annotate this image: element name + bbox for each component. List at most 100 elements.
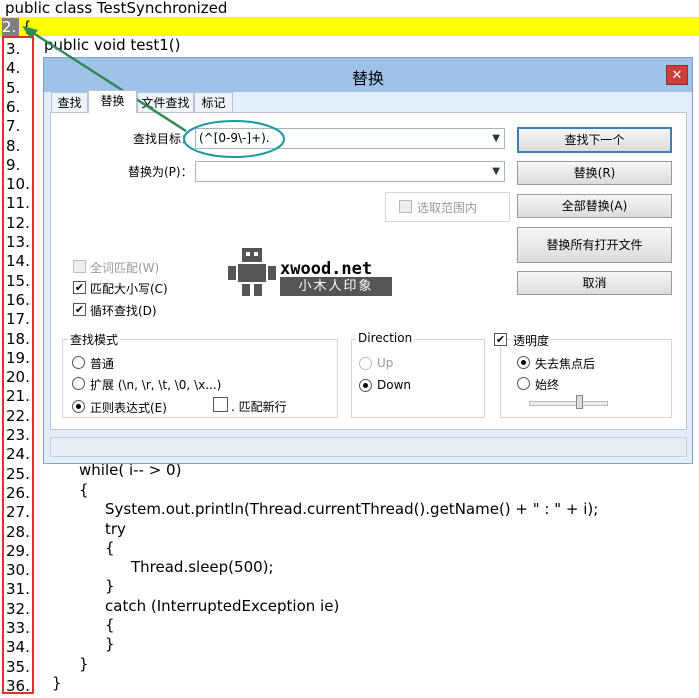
line-number: 8. xyxy=(6,136,21,155)
current-line-highlight xyxy=(0,17,699,36)
line-number: 27. xyxy=(6,503,30,522)
line-number: 21. xyxy=(6,387,30,406)
search-mode-normal-radio[interactable] xyxy=(72,356,85,369)
replace-all-open-files-button[interactable]: 替换所有打开文件 xyxy=(517,227,672,263)
code-line-2: { xyxy=(22,18,32,36)
code-line-34: } xyxy=(105,635,115,653)
code-line-29: { xyxy=(105,539,115,557)
transparency-slider[interactable] xyxy=(529,401,608,406)
transparency-always-radio[interactable] xyxy=(517,377,530,390)
close-button[interactable]: ✕ xyxy=(666,65,688,85)
in-selection-checkbox[interactable] xyxy=(399,200,412,213)
search-mode-extended-label: 扩展 (\n, \r, \t, \0, \x...) xyxy=(90,378,222,392)
search-mode-normal-label: 普通 xyxy=(90,357,115,371)
watermark-text: xwood.net xyxy=(280,259,373,279)
line-number: 25. xyxy=(6,464,30,483)
line-number: 31. xyxy=(6,580,30,599)
line-number: 6. xyxy=(6,97,21,116)
transparency-on-lose-focus-label: 失去焦点后 xyxy=(535,357,596,371)
line-number: 15. xyxy=(6,271,30,290)
line-number: 29. xyxy=(6,541,30,560)
line-number: 10. xyxy=(6,175,30,194)
line-number: 22. xyxy=(6,406,30,425)
dot-newline-checkbox[interactable] xyxy=(213,397,228,412)
in-selection-label: 选取范围内 xyxy=(417,201,478,215)
line-number: 30. xyxy=(6,561,30,580)
line-number: 33. xyxy=(6,619,30,637)
line-number: 19. xyxy=(6,348,30,367)
line-number: 14. xyxy=(6,252,30,271)
code-line-33: { xyxy=(105,616,115,634)
transparency-always-label: 始终 xyxy=(535,378,560,392)
wrap-around-checkbox[interactable]: ✔ xyxy=(73,303,86,316)
direction-down-label: Down xyxy=(377,378,412,392)
dialog-titlebar[interactable]: 替换 ✕ xyxy=(44,58,692,92)
code-line-1: public class TestSynchronized xyxy=(5,0,228,17)
search-mode-regex-label: 正则表达式(E) xyxy=(90,401,167,415)
match-case-label: 匹配大小写(C) xyxy=(90,282,168,296)
cancel-button[interactable]: 取消 xyxy=(517,271,672,295)
tab-find[interactable]: 查找 xyxy=(51,92,88,113)
robot-logo-icon xyxy=(228,248,276,296)
find-input-value: (^[0-9\-]+). xyxy=(199,131,270,145)
code-line-3: public void test1() xyxy=(44,36,181,54)
replace-input[interactable]: ▼ xyxy=(195,161,505,182)
line-number: 4. xyxy=(6,59,21,78)
line-number: 17. xyxy=(6,310,30,329)
line-number: 24. xyxy=(6,445,30,464)
chevron-down-icon[interactable]: ▼ xyxy=(492,129,500,148)
direction-down-radio[interactable] xyxy=(359,379,372,392)
transparency-title: 透明度 xyxy=(511,332,552,349)
watermark-cn: 小木人印象 xyxy=(280,277,392,296)
code-line-36: } xyxy=(52,674,62,692)
line-number: 5. xyxy=(6,78,21,97)
code-line-32: catch (InterruptedException ie) xyxy=(105,597,340,615)
code-line-28: try xyxy=(105,520,126,538)
line-number: 12. xyxy=(6,213,30,232)
search-mode-regex-radio[interactable] xyxy=(72,400,85,413)
direction-up-label: Up xyxy=(377,356,394,370)
whole-word-checkbox[interactable] xyxy=(73,260,86,273)
match-case-checkbox[interactable]: ✔ xyxy=(73,281,86,294)
dialog-status-bar xyxy=(50,437,687,457)
replace-all-button[interactable]: 全部替换(A) xyxy=(517,194,672,218)
dot-newline-label: . 匹配新行 xyxy=(231,400,287,414)
transparency-checkbox[interactable]: ✔ xyxy=(494,333,507,346)
code-line-31: } xyxy=(105,577,115,595)
tab-find-in-files[interactable]: 文件查找 xyxy=(137,92,194,113)
find-next-button[interactable]: 查找下一个 xyxy=(517,127,672,153)
tab-replace[interactable]: 替换 xyxy=(88,90,137,113)
line-number: 7. xyxy=(6,117,21,136)
tab-mark[interactable]: 标记 xyxy=(194,92,233,113)
line-number: 28. xyxy=(6,522,30,541)
transparency-on-lose-focus-radio[interactable] xyxy=(517,356,530,369)
line-number: 32. xyxy=(6,599,30,618)
find-input[interactable]: (^[0-9\-]+). ▼ xyxy=(195,128,505,149)
line-number: 34. xyxy=(6,638,30,657)
replace-button[interactable]: 替换(R) xyxy=(517,161,672,185)
wrap-around-label: 循环查找(D) xyxy=(90,304,157,318)
replace-label: 替换为(P)： xyxy=(128,165,193,179)
line-number: 23. xyxy=(6,426,30,444)
line-number: 3. xyxy=(6,40,21,58)
code-line-30: Thread.sleep(500); xyxy=(131,558,274,576)
line-number: 35. xyxy=(6,657,30,676)
whole-word-label: 全词匹配(W) xyxy=(90,261,160,275)
search-mode-title: 查找模式 xyxy=(68,331,121,348)
line-number-current: 2. xyxy=(2,18,19,36)
code-line-35: } xyxy=(79,655,89,673)
close-icon: ✕ xyxy=(671,68,683,83)
search-mode-extended-radio[interactable] xyxy=(72,377,85,390)
code-line-27: System.out.println(Thread.currentThread(… xyxy=(105,500,599,518)
line-number: 16. xyxy=(6,290,30,309)
line-number: 13. xyxy=(6,233,30,251)
find-label: 查找目标： xyxy=(133,132,194,146)
line-number: 18. xyxy=(6,329,30,348)
direction-title: Direction xyxy=(356,331,415,345)
transparency-slider-thumb[interactable] xyxy=(575,395,583,409)
line-number: 9. xyxy=(6,155,21,174)
direction-group xyxy=(351,339,485,418)
chevron-down-icon[interactable]: ▼ xyxy=(492,162,500,181)
code-line-26: { xyxy=(79,481,89,499)
direction-up-radio[interactable] xyxy=(359,357,372,370)
